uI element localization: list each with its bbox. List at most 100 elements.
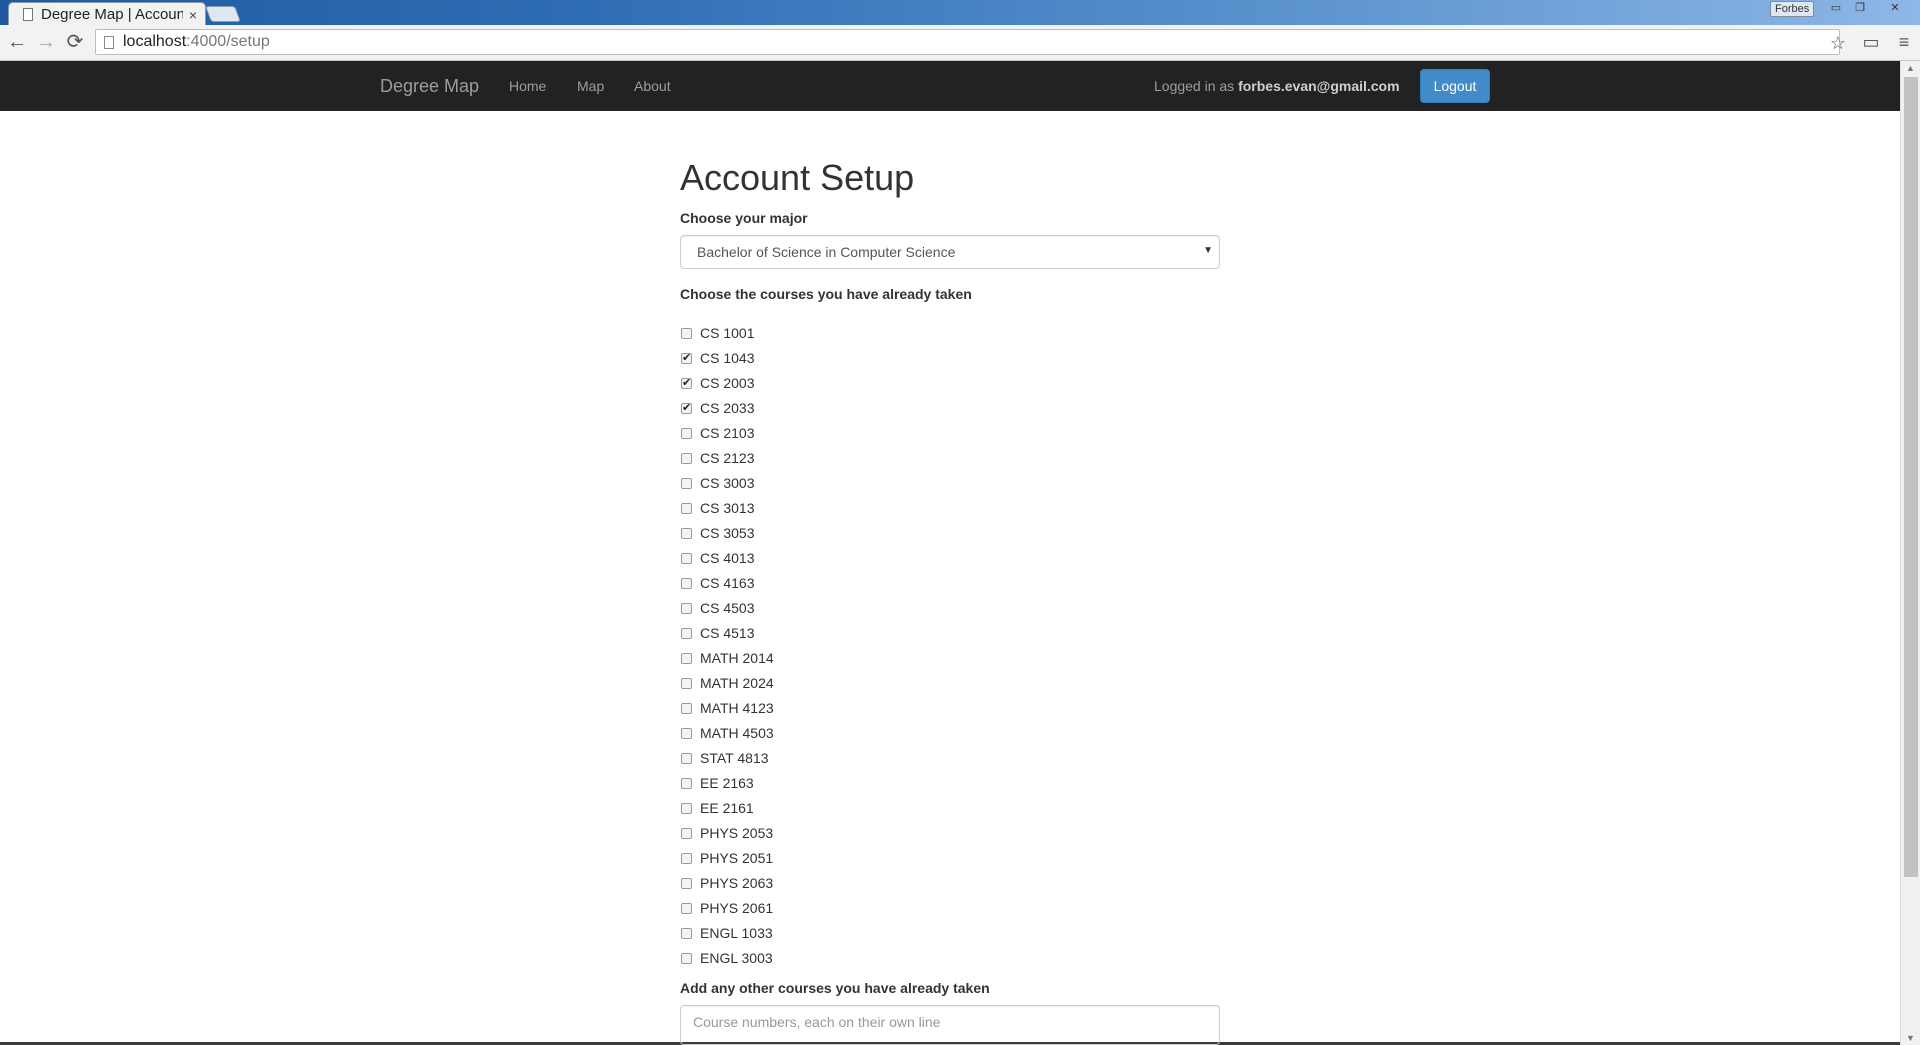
- course-item[interactable]: PHYS 2053: [680, 821, 1220, 846]
- forward-icon[interactable]: →: [33, 29, 59, 55]
- course-checkbox[interactable]: [681, 527, 692, 539]
- course-checkbox[interactable]: [681, 702, 692, 714]
- tab-close-icon[interactable]: ×: [189, 7, 197, 23]
- course-checkbox[interactable]: [681, 927, 692, 939]
- course-label[interactable]: CS 3013: [700, 500, 754, 516]
- course-label[interactable]: CS 3003: [700, 475, 754, 491]
- scrollbar-thumb[interactable]: [1904, 77, 1918, 877]
- nav-link-home[interactable]: Home: [509, 61, 546, 111]
- nav-link-about[interactable]: About: [634, 61, 671, 111]
- minimize-icon[interactable]: ▭: [1825, 1, 1847, 16]
- course-label[interactable]: MATH 4503: [700, 725, 774, 741]
- course-item[interactable]: ENGL 3003: [680, 946, 1220, 971]
- course-label[interactable]: EE 2163: [700, 775, 754, 791]
- major-select[interactable]: Bachelor of Science in Computer Science …: [680, 234, 1220, 269]
- reload-icon[interactable]: ⟳: [62, 29, 88, 55]
- brand-link[interactable]: Degree Map: [380, 61, 479, 111]
- course-label[interactable]: CS 4503: [700, 600, 754, 616]
- course-item[interactable]: CS 4013: [680, 546, 1220, 571]
- course-item[interactable]: PHYS 2061: [680, 896, 1220, 921]
- course-item[interactable]: MATH 2014: [680, 646, 1220, 671]
- page-info-icon[interactable]: [104, 35, 114, 49]
- course-checkbox[interactable]: [681, 902, 692, 914]
- course-item[interactable]: CS 3003: [680, 471, 1220, 496]
- cast-icon[interactable]: ▭: [1858, 29, 1884, 55]
- course-checkbox[interactable]: [681, 627, 692, 639]
- course-label[interactable]: CS 2003: [700, 375, 754, 391]
- course-checkbox[interactable]: [681, 351, 692, 364]
- course-label[interactable]: MATH 4123: [700, 700, 774, 716]
- profile-button[interactable]: Forbes: [1770, 1, 1815, 17]
- course-item[interactable]: MATH 4503: [680, 721, 1220, 746]
- course-label[interactable]: STAT 4813: [700, 750, 768, 766]
- new-tab-button[interactable]: [205, 6, 241, 22]
- course-item[interactable]: PHYS 2063: [680, 871, 1220, 896]
- browser-tab[interactable]: Degree Map | Account Setup ×: [8, 2, 206, 26]
- course-checkbox[interactable]: [681, 477, 692, 489]
- course-item[interactable]: MATH 4123: [680, 696, 1220, 721]
- course-label[interactable]: CS 2123: [700, 450, 754, 466]
- course-label[interactable]: PHYS 2063: [700, 875, 773, 891]
- course-checkbox[interactable]: [681, 852, 692, 864]
- scroll-up-icon[interactable]: ▲: [1906, 63, 1915, 73]
- course-checkbox[interactable]: [681, 827, 692, 839]
- course-label[interactable]: CS 2103: [700, 425, 754, 441]
- course-label[interactable]: PHYS 2053: [700, 825, 773, 841]
- course-checkbox[interactable]: [681, 802, 692, 814]
- course-item[interactable]: CS 2123: [680, 446, 1220, 471]
- course-checkbox[interactable]: [681, 502, 692, 514]
- course-label[interactable]: ENGL 3003: [700, 950, 773, 966]
- course-item[interactable]: CS 1043: [680, 346, 1220, 371]
- scroll-down-icon[interactable]: ▼: [1906, 1033, 1915, 1043]
- close-window-icon[interactable]: ✕: [1884, 1, 1906, 16]
- course-checkbox[interactable]: [681, 577, 692, 589]
- course-label[interactable]: CS 1043: [700, 350, 754, 366]
- course-item[interactable]: CS 2103: [680, 421, 1220, 446]
- course-item[interactable]: STAT 4813: [680, 746, 1220, 771]
- address-bar[interactable]: localhost:4000/setup: [95, 29, 1840, 55]
- course-checkbox[interactable]: [681, 427, 692, 439]
- course-item[interactable]: EE 2161: [680, 796, 1220, 821]
- course-checkbox[interactable]: [681, 752, 692, 764]
- course-checkbox[interactable]: [681, 677, 692, 689]
- course-item[interactable]: CS 1001: [680, 321, 1220, 346]
- course-item[interactable]: EE 2163: [680, 771, 1220, 796]
- course-label[interactable]: EE 2161: [700, 800, 754, 816]
- course-checkbox[interactable]: [681, 652, 692, 664]
- course-checkbox[interactable]: [681, 727, 692, 739]
- course-item[interactable]: MATH 2024: [680, 671, 1220, 696]
- menu-icon[interactable]: ≡: [1890, 29, 1918, 55]
- course-label[interactable]: PHYS 2061: [700, 900, 773, 916]
- course-label[interactable]: MATH 2014: [700, 650, 774, 666]
- course-label[interactable]: CS 1001: [700, 325, 754, 341]
- nav-link-map[interactable]: Map: [577, 61, 604, 111]
- vertical-scrollbar[interactable]: ▲ ▼: [1900, 61, 1920, 1045]
- course-item[interactable]: CS 4163: [680, 571, 1220, 596]
- course-label[interactable]: ENGL 1033: [700, 925, 773, 941]
- logout-button[interactable]: Logout: [1420, 69, 1490, 103]
- course-item[interactable]: CS 2033: [680, 396, 1220, 421]
- course-item[interactable]: PHYS 2051: [680, 846, 1220, 871]
- course-checkbox[interactable]: [681, 552, 692, 564]
- course-checkbox[interactable]: [681, 401, 692, 414]
- course-checkbox[interactable]: [681, 952, 692, 964]
- course-checkbox[interactable]: [681, 376, 692, 389]
- course-label[interactable]: CS 3053: [700, 525, 754, 541]
- course-label[interactable]: PHYS 2051: [700, 850, 773, 866]
- course-item[interactable]: CS 3053: [680, 521, 1220, 546]
- other-courses-textarea[interactable]: Course numbers, each on their own line: [680, 1004, 1220, 1045]
- course-checkbox[interactable]: [681, 452, 692, 464]
- course-item[interactable]: CS 3013: [680, 496, 1220, 521]
- course-item[interactable]: CS 4503: [680, 596, 1220, 621]
- course-checkbox[interactable]: [681, 777, 692, 789]
- course-checkbox[interactable]: [681, 877, 692, 889]
- course-item[interactable]: ENGL 1033: [680, 921, 1220, 946]
- bookmark-star-icon[interactable]: ☆: [1825, 30, 1851, 56]
- course-label[interactable]: CS 4013: [700, 550, 754, 566]
- course-label[interactable]: CS 2033: [700, 400, 754, 416]
- course-item[interactable]: CS 2003: [680, 371, 1220, 396]
- course-label[interactable]: CS 4513: [700, 625, 754, 641]
- course-label[interactable]: CS 4163: [700, 575, 754, 591]
- back-icon[interactable]: ←: [4, 29, 30, 55]
- course-checkbox[interactable]: [681, 602, 692, 614]
